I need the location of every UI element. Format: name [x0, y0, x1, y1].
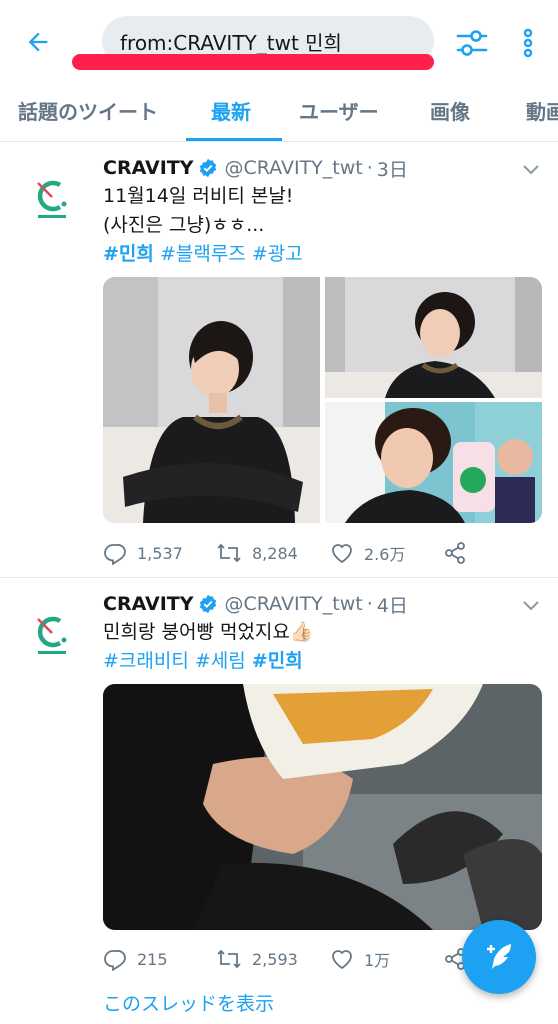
chevron-down-icon	[523, 165, 539, 175]
tweet-menu-caret[interactable]	[520, 159, 542, 181]
search-tabs: 話題のツイート 最新 ユーザー 画像 動画	[0, 86, 558, 142]
hashtag-link[interactable]: #세림	[195, 650, 246, 672]
verified-badge-icon	[198, 158, 218, 178]
verified-badge-icon	[198, 594, 218, 614]
show-thread-link[interactable]: このスレッドを表示	[103, 989, 274, 1016]
compose-tweet-button[interactable]	[462, 920, 536, 994]
tweet-card[interactable]: CRAVITY @CRAVITY_twt · 3日 11월14일 러비티 본날!…	[0, 143, 558, 578]
top-search-bar: from:CRAVITY_twt 민희	[0, 0, 558, 86]
share-button[interactable]	[443, 541, 477, 565]
tweet-text: 민희랑 붕어빵 먹었지요👍🏻 #크래비티 #세림 #민희	[103, 618, 533, 676]
retweet-button[interactable]: 2,593	[216, 947, 298, 971]
tweet-media-grid	[103, 277, 542, 523]
tweet-menu-caret[interactable]	[520, 595, 542, 617]
cravity-logo-icon	[37, 616, 67, 654]
author-handle[interactable]: @CRAVITY_twt	[224, 593, 362, 615]
tweet-text-line: 민희랑 붕어빵 먹었지요👍🏻	[103, 621, 314, 643]
tab-users[interactable]: ユーザー	[299, 96, 379, 125]
search-query-text: from:CRAVITY_twt 민희	[120, 30, 342, 55]
tweet-header: CRAVITY @CRAVITY_twt · 3日	[103, 155, 408, 181]
hashtag-line: #크래비티 #세림 #민희	[103, 647, 533, 676]
like-heart-icon	[332, 950, 352, 970]
compose-feather-icon	[487, 944, 511, 969]
hashtag-link[interactable]: #크래비티	[103, 650, 189, 672]
share-icon	[445, 542, 465, 564]
cravity-logo-icon	[37, 180, 67, 218]
tweet-photo[interactable]	[103, 277, 320, 523]
reply-count: 1,537	[137, 543, 183, 563]
tweet-text: 11월14일 러비티 본날! (사진은 그냥)ㅎㅎ... #민희 #블랙루즈 #…	[103, 182, 533, 269]
search-filter-button[interactable]	[451, 22, 493, 64]
reply-icon	[104, 950, 126, 971]
reply-button[interactable]: 215	[103, 947, 168, 971]
tweet-photo[interactable]	[103, 684, 542, 930]
tab-latest[interactable]: 最新	[211, 96, 251, 125]
author-handle[interactable]: @CRAVITY_twt	[224, 157, 362, 179]
back-arrow-icon	[28, 32, 48, 52]
author-name[interactable]: CRAVITY	[103, 593, 193, 615]
hashtag-link[interactable]: #민희	[252, 650, 303, 672]
tab-images[interactable]: 画像	[430, 96, 470, 125]
tweet-media	[103, 684, 542, 930]
tab-videos[interactable]: 動画	[526, 96, 558, 125]
tweet-header: CRAVITY @CRAVITY_twt · 4日	[103, 591, 408, 617]
like-count: 2.6万	[364, 545, 406, 564]
tweet-text-line: (사진은 그냥)ㅎㅎ...	[103, 214, 265, 236]
retweet-count: 8,284	[252, 543, 298, 563]
more-options-button[interactable]	[510, 22, 546, 64]
retweet-icon	[217, 949, 241, 969]
retweet-count: 2,593	[252, 949, 298, 969]
hashtag-link[interactable]: #블랙루즈	[160, 243, 246, 265]
retweet-icon	[217, 543, 241, 563]
filter-sliders-icon	[456, 30, 488, 56]
back-button[interactable]	[18, 22, 58, 62]
avatar[interactable]	[22, 603, 82, 663]
avatar[interactable]	[22, 167, 82, 227]
chevron-down-icon	[523, 601, 539, 611]
separator-dot: ·	[366, 593, 373, 615]
tweet-text-line: 11월14일 러비티 본날!	[103, 185, 294, 207]
separator-dot: ·	[366, 157, 373, 179]
hashtag-line: #민희 #블랙루즈 #광고	[103, 240, 533, 269]
retweet-button[interactable]: 8,284	[216, 541, 298, 565]
tweet-actions: 1,537 8,284 2.6万	[103, 541, 543, 567]
tweet-timestamp: 4日	[376, 594, 408, 617]
reply-button[interactable]: 1,537	[103, 541, 183, 565]
like-heart-icon	[332, 544, 352, 564]
hashtag-link[interactable]: #민희	[103, 243, 154, 265]
tweet-photo[interactable]	[325, 277, 542, 398]
more-vertical-icon	[523, 28, 533, 58]
like-count: 1万	[364, 951, 391, 970]
author-name[interactable]: CRAVITY	[103, 157, 193, 179]
like-button[interactable]: 1万	[330, 947, 390, 971]
tweet-timestamp: 3日	[376, 158, 408, 181]
tweet-photo[interactable]	[325, 402, 542, 523]
reply-icon	[104, 544, 126, 565]
active-tab-indicator	[186, 138, 282, 141]
like-button[interactable]: 2.6万	[330, 541, 405, 565]
red-highlight-mark	[72, 54, 434, 70]
hashtag-link[interactable]: #광고	[252, 243, 303, 265]
reply-count: 215	[137, 949, 168, 969]
tab-top[interactable]: 話題のツイート	[18, 96, 158, 125]
